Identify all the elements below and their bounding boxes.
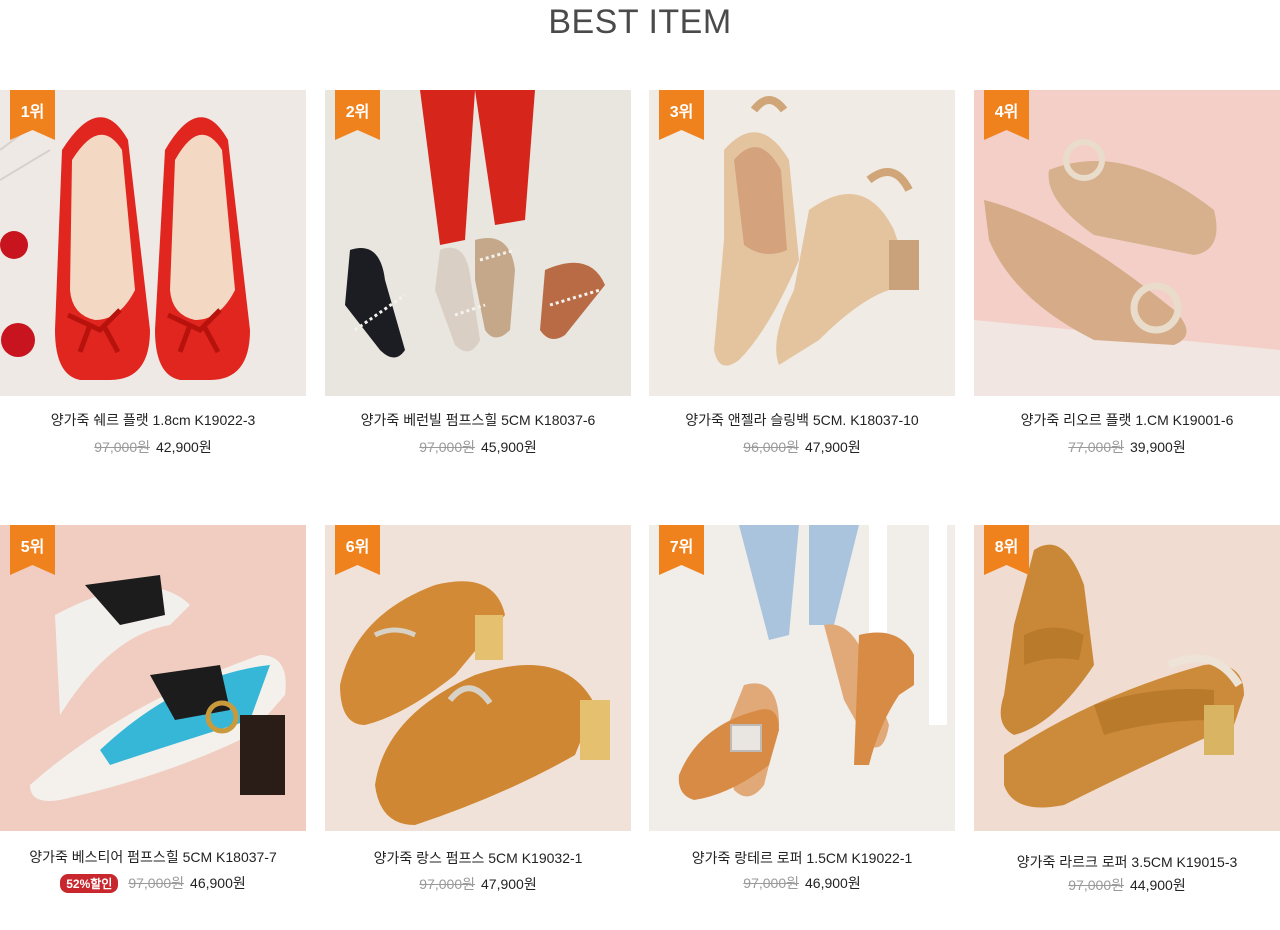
rank-label: 8위: [994, 539, 1019, 556]
product-image[interactable]: 7위: [649, 525, 955, 831]
product-name[interactable]: 양가죽 랑테르 로퍼 1.5CM K19022-1: [649, 848, 955, 868]
sale-price: 45,900원: [481, 439, 537, 455]
product-image[interactable]: 8위: [974, 525, 1280, 831]
sale-price: 39,900원: [1130, 439, 1186, 455]
rank-label: 6위: [345, 539, 370, 556]
rank-label: 3위: [669, 104, 694, 121]
product-name[interactable]: 양가죽 쉐르 플랫 1.8cm K19022-3: [0, 410, 306, 430]
original-price: 97,000원: [94, 439, 150, 455]
sale-price: 46,900원: [805, 875, 861, 891]
rank-label: 4위: [994, 104, 1019, 121]
product-name[interactable]: 양가죽 베런빌 펌프스힐 5CM K18037-6: [325, 410, 631, 430]
sale-price: 47,900원: [481, 876, 537, 892]
product-name[interactable]: 양가죽 랑스 펌프스 5CM K19032-1: [325, 848, 631, 868]
product-image[interactable]: 6위: [325, 525, 631, 831]
product-name[interactable]: 양가죽 앤젤라 슬링백 5CM. K18037-10: [649, 410, 955, 430]
sale-price: 47,900원: [805, 439, 861, 455]
sale-price: 46,900원: [190, 875, 246, 891]
product-price: 52%할인 97,000원 46,900원: [0, 873, 306, 893]
sale-price: 44,900원: [1130, 877, 1186, 893]
original-price: 97,000원: [1068, 877, 1124, 893]
product-price: 97,000원 42,900원: [0, 437, 306, 457]
product-price: 97,000원 45,900원: [325, 437, 631, 457]
product-image[interactable]: 1위: [0, 90, 306, 396]
original-price: 97,000원: [743, 875, 799, 891]
original-price: 97,000원: [419, 439, 475, 455]
product-image[interactable]: 4위: [974, 90, 1280, 396]
original-price: 97,000원: [128, 875, 185, 891]
product-price: 96,000원 47,900원: [649, 437, 955, 457]
product-name[interactable]: 양가죽 리오르 플랫 1.CM K19001-6: [974, 410, 1280, 430]
sale-price: 42,900원: [156, 439, 212, 455]
section-title: BEST ITEM: [548, 3, 732, 41]
original-price: 97,000원: [419, 876, 475, 892]
rank-label: 7위: [669, 539, 694, 556]
rank-label: 5위: [20, 539, 45, 556]
product-image[interactable]: 3위: [649, 90, 955, 396]
original-price: 96,000원: [743, 439, 799, 455]
product-image[interactable]: 2위: [325, 90, 631, 396]
rank-label: 1위: [20, 104, 45, 121]
product-price: 77,000원 39,900원: [974, 437, 1280, 457]
original-price: 77,000원: [1068, 439, 1124, 455]
rank-label: 2위: [345, 104, 370, 121]
product-price: 97,000원 44,900원: [974, 875, 1280, 895]
product-image[interactable]: 5위: [0, 525, 306, 831]
product-name[interactable]: 양가죽 베스티어 펌프스힐 5CM K18037-7: [0, 847, 306, 867]
product-price: 97,000원 47,900원: [325, 874, 631, 894]
product-price: 97,000원 46,900원: [649, 873, 955, 893]
discount-badge: 52%할인: [60, 874, 119, 893]
product-name[interactable]: 양가죽 라르크 로퍼 3.5CM K19015-3: [974, 852, 1280, 872]
